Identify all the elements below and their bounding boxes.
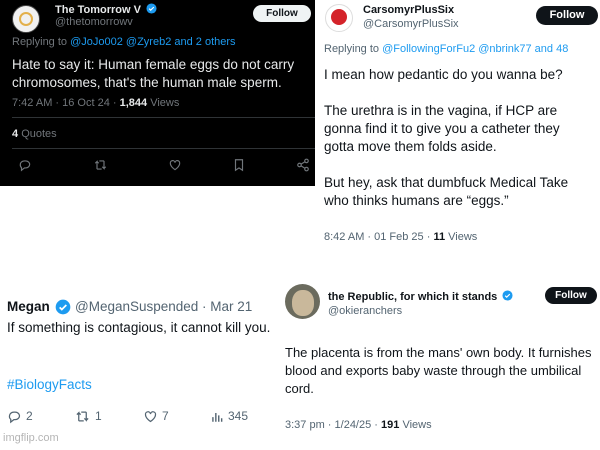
author-name[interactable]: CarsomyrPlusSix bbox=[363, 4, 454, 16]
author-handle[interactable]: @okieranchers bbox=[328, 305, 402, 317]
verified-badge-icon bbox=[55, 299, 71, 320]
timestamp[interactable]: 8:42 AM · 01 Feb 25 · bbox=[324, 231, 430, 243]
quotes-link[interactable]: 4 Quotes bbox=[12, 128, 57, 140]
avatar[interactable] bbox=[325, 4, 353, 32]
author-handle[interactable]: @CarsomyrPlusSix bbox=[363, 18, 459, 30]
author-handle[interactable]: @MeganSuspended · Mar 21 bbox=[75, 299, 252, 314]
replying-to: Replying to @FollowingForFu2 @nbrink77 a… bbox=[324, 43, 568, 55]
replying-to: Replying to @JoJo002 @Zyreb2 and 2 other… bbox=[12, 36, 236, 48]
tweet-text: I mean how pedantic do you wanna be? The… bbox=[324, 67, 569, 208]
tweet-meta: 3:37 pm · 1/24/25 · 191 Views bbox=[285, 419, 432, 431]
author-handle[interactable]: @thetomorrowv bbox=[55, 16, 133, 28]
hashtag-link[interactable]: #BiologyFacts bbox=[7, 377, 92, 392]
watermark: imgflip.com bbox=[3, 432, 59, 444]
avatar[interactable] bbox=[285, 284, 320, 319]
tweet-text: The placenta is from the mans' own body.… bbox=[285, 345, 592, 396]
tweet-card-okieranchers: the Republic, for which it stands @okier… bbox=[276, 276, 600, 450]
follow-button[interactable]: Follow bbox=[536, 6, 598, 25]
bookmark-icon[interactable] bbox=[233, 158, 245, 175]
views-button[interactable]: 345 bbox=[210, 409, 248, 424]
like-button[interactable]: 7 bbox=[143, 409, 169, 424]
retweet-button[interactable]: 1 bbox=[74, 409, 102, 424]
like-count: 7 bbox=[162, 409, 169, 423]
author-name-text: The Tomorrow V bbox=[55, 4, 141, 16]
author-name[interactable]: Megan bbox=[7, 299, 50, 314]
retweet-icon[interactable] bbox=[93, 158, 108, 175]
retweet-count: 1 bbox=[95, 409, 102, 423]
verified-badge-icon bbox=[146, 3, 157, 14]
avatar[interactable] bbox=[12, 5, 40, 33]
views-label: Views bbox=[150, 97, 180, 109]
share-icon[interactable] bbox=[296, 158, 310, 175]
author-name[interactable]: the Republic, for which it stands bbox=[328, 290, 513, 303]
reply-icon[interactable] bbox=[18, 158, 32, 175]
tweet-text: Hate to say it: Human female eggs do not… bbox=[12, 57, 295, 90]
like-icon bbox=[144, 411, 157, 423]
replying-to-link[interactable]: @FollowingForFu2 @nbrink77 and 48 bbox=[382, 43, 568, 55]
divider bbox=[12, 117, 315, 118]
tweet-text: If something is contagious, it cannot ki… bbox=[7, 320, 271, 335]
replying-to-link[interactable]: @JoJo002 @Zyreb2 and 2 others bbox=[70, 36, 235, 48]
tweet-card-thetomorrowv: The Tomorrow V @thetomorrowv Follow Repl… bbox=[0, 0, 315, 186]
like-icon[interactable] bbox=[168, 158, 182, 175]
views-label: Views bbox=[448, 231, 478, 243]
follow-button[interactable]: Follow bbox=[253, 5, 311, 22]
follow-button[interactable]: Follow bbox=[545, 287, 597, 304]
tweet-meta: 7:42 AM · 16 Oct 24 · 1,844 Views bbox=[12, 97, 179, 109]
views-label: Views bbox=[402, 419, 432, 431]
reply-button[interactable]: 2 bbox=[7, 409, 33, 424]
tweet-meta: 8:42 AM · 01 Feb 25 · 11 Views bbox=[324, 231, 477, 243]
tweet-card-carsomyrplussix: CarsomyrPlusSix @CarsomyrPlusSix Follow … bbox=[315, 0, 600, 248]
tweet-card-megan: Megan @MeganSuspended · Mar 21 If someth… bbox=[0, 287, 276, 450]
reply-count: 2 bbox=[26, 409, 33, 423]
author-name-text: the Republic, for which it stands bbox=[328, 291, 498, 303]
views-icon bbox=[212, 413, 223, 423]
views-count: 345 bbox=[228, 409, 249, 423]
views-count: 1,844 bbox=[119, 97, 148, 109]
dog-photo-icon bbox=[292, 290, 314, 316]
timestamp[interactable]: 3:37 pm · 1/24/25 · bbox=[285, 419, 378, 431]
quotes-label: Quotes bbox=[21, 128, 57, 140]
rebel-logo-icon bbox=[331, 9, 347, 25]
replying-prefix: Replying to bbox=[12, 36, 68, 48]
views-count: 11 bbox=[433, 231, 446, 243]
quotes-count: 4 bbox=[12, 128, 19, 140]
verified-badge-icon bbox=[502, 290, 513, 301]
reply-icon bbox=[8, 411, 21, 424]
views-count: 191 bbox=[381, 419, 400, 431]
divider bbox=[12, 148, 315, 149]
replying-prefix: Replying to bbox=[324, 43, 380, 55]
author-name[interactable]: The Tomorrow V bbox=[55, 3, 157, 16]
retweet-icon bbox=[76, 411, 89, 423]
timestamp[interactable]: 7:42 AM · 16 Oct 24 · bbox=[12, 97, 117, 109]
